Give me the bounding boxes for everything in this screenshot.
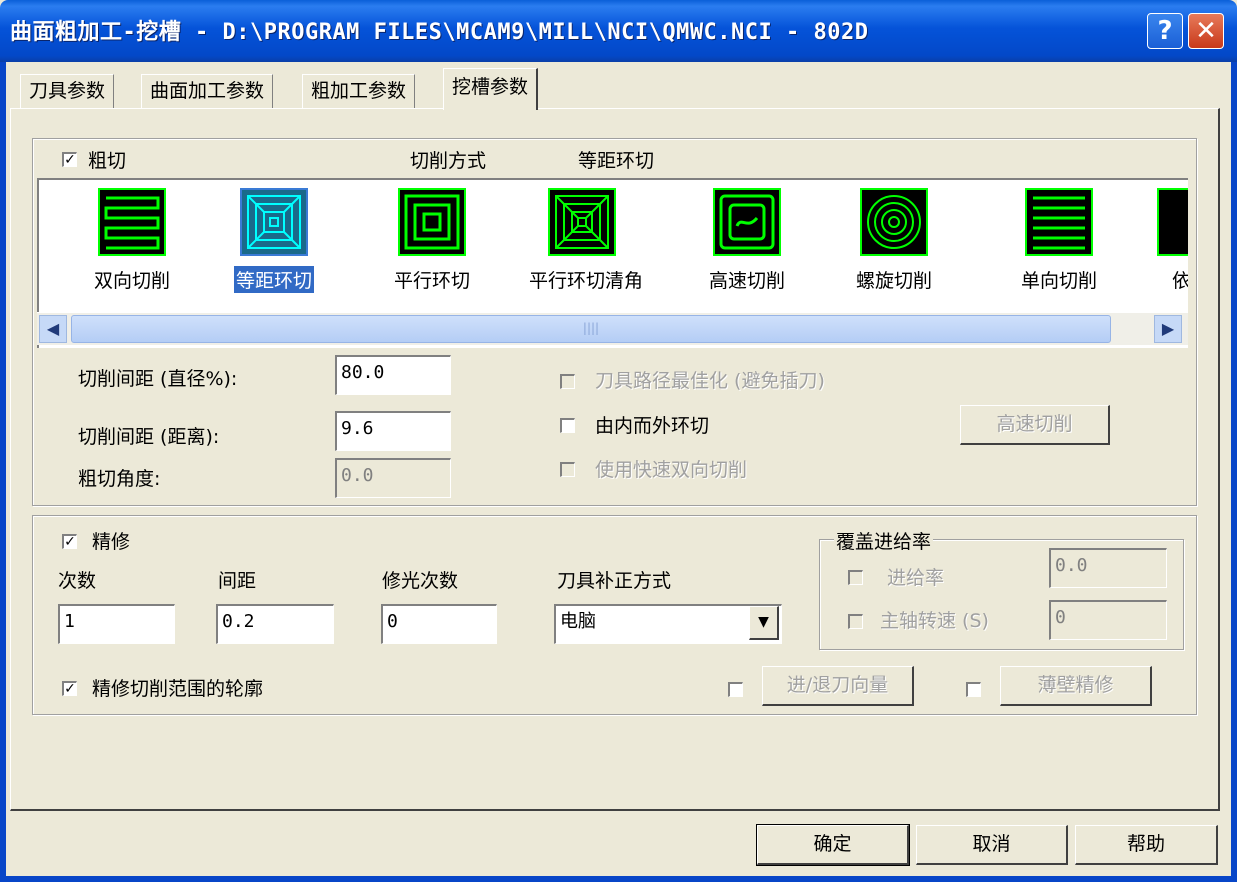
inside-out-checkbox[interactable] — [560, 418, 575, 433]
pattern-item-zigzag[interactable]: 双向切削 — [77, 188, 187, 293]
cutter-comp-value: 电脑 — [560, 611, 596, 632]
scroll-right-icon[interactable]: ▶ — [1154, 315, 1182, 343]
spindle-speed-checkbox — [848, 614, 863, 629]
lead-in-out-button: 进/退刀向量 — [762, 666, 914, 706]
parallel-spiral-clean-corners-icon — [548, 188, 616, 256]
pattern-item-one-way[interactable]: 单向切削 — [1004, 188, 1114, 293]
cancel-button[interactable]: 取消 — [916, 825, 1068, 865]
pattern-item-morph-spiral[interactable]: 依夕 — [1136, 188, 1188, 293]
high-speed-button: 高速切削 — [960, 405, 1110, 445]
cutter-comp-label: 刀具补正方式 — [557, 570, 672, 592]
pattern-label: 平行环切清角 — [529, 270, 644, 292]
tab-rough-params[interactable]: 粗加工参数 — [302, 74, 416, 108]
finish-checkbox[interactable]: ✓ — [62, 534, 77, 549]
inside-out-label: 由内而外环切 — [595, 415, 710, 437]
lead-in-out-checkbox[interactable] — [728, 682, 743, 697]
pattern-label: 双向切削 — [93, 270, 170, 292]
tab-tool-params[interactable]: 刀具参数 — [20, 74, 115, 108]
finish-count-label: 次数 — [58, 570, 97, 592]
pattern-label: 螺旋切削 — [855, 270, 932, 292]
parallel-spiral-icon — [398, 188, 466, 256]
window-frame-left — [0, 62, 6, 882]
finish-contour-checkbox[interactable]: ✓ — [62, 681, 77, 696]
spindle-speed-input: 0 — [1049, 600, 1167, 640]
pattern-item-constant-overlap-spiral[interactable]: 等距环切 — [219, 188, 329, 293]
tab-pocket-params[interactable]: 挖槽参数 — [443, 68, 539, 110]
finish-spacing-label: 间距 — [218, 570, 257, 592]
cut-method-value: 等距环切 — [578, 150, 655, 172]
feed-rate-checkbox — [848, 570, 863, 585]
help-button[interactable]: 帮助 — [1075, 825, 1218, 865]
stepover-pct-label: 切削间距 (直径%): — [78, 368, 238, 390]
constant-overlap-spiral-icon — [240, 188, 308, 256]
scroll-thumb[interactable]: |||| — [71, 315, 1111, 343]
finish-label: 精修 — [92, 531, 131, 553]
rough-angle-input: 0.0 — [335, 458, 451, 498]
feed-rate-input: 0.0 — [1049, 548, 1167, 588]
fast-zigzag-checkbox — [560, 462, 575, 477]
thin-wall-button: 薄壁精修 — [1000, 666, 1152, 706]
pattern-label: 高速切削 — [708, 270, 785, 292]
close-button[interactable]: ✕ — [1188, 13, 1224, 49]
spring-pass-input[interactable]: 0 — [381, 604, 497, 644]
pattern-label: 平行环切 — [393, 270, 470, 292]
finish-spacing-input[interactable]: 0.2 — [216, 604, 334, 644]
true-spiral-icon — [860, 188, 928, 256]
window-frame-right — [1231, 62, 1237, 882]
thin-wall-checkbox[interactable] — [966, 682, 981, 697]
rough-angle-label: 粗切角度: — [78, 468, 161, 490]
one-way-pattern-icon — [1025, 188, 1093, 256]
rough-checkbox[interactable]: ✓ — [62, 152, 77, 167]
optimize-toolpath-label: 刀具路径最佳化 (避免插刀) — [595, 370, 825, 392]
title-bar[interactable]: 曲面粗加工-挖槽 - D:\PROGRAM FILES\MCAM9\MILL\N… — [0, 0, 1237, 62]
tab-surface-params[interactable]: 曲面加工参数 — [141, 74, 274, 108]
stepover-dist-label: 切削间距 (距离): — [78, 426, 220, 448]
pattern-item-true-spiral[interactable]: 螺旋切削 — [839, 188, 949, 293]
feed-rate-label: 进给率 — [887, 567, 945, 589]
ok-button[interactable]: 确定 — [756, 824, 910, 866]
cut-method-label: 切削方式 — [410, 150, 487, 172]
stepover-dist-input[interactable]: 9.6 — [335, 411, 451, 451]
spring-pass-label: 修光次数 — [382, 570, 459, 592]
pattern-item-parallel-spiral[interactable]: 平行环切 — [377, 188, 487, 293]
morph-spiral-icon — [1157, 188, 1188, 256]
zigzag-pattern-icon — [98, 188, 166, 256]
rough-label: 粗切 — [88, 150, 127, 172]
help-title-button[interactable]: ? — [1147, 13, 1183, 49]
scroll-left-icon[interactable]: ◀ — [39, 315, 67, 343]
cutter-comp-select[interactable]: 电脑 — [554, 604, 782, 644]
optimize-toolpath-checkbox — [560, 374, 575, 389]
stepover-pct-input[interactable]: 80.0 — [335, 355, 451, 395]
pattern-scrollbar[interactable]: ◀ |||| ▶ — [37, 312, 1188, 345]
finish-count-input[interactable]: 1 — [58, 604, 175, 644]
spindle-speed-label: 主轴转速 (S) — [880, 610, 989, 632]
override-feed-title: 覆盖进给率 — [834, 527, 934, 554]
fast-zigzag-label: 使用快速双向切削 — [595, 459, 748, 481]
chevron-down-icon[interactable]: ▼ — [749, 606, 779, 640]
window-title: 曲面粗加工-挖槽 - D:\PROGRAM FILES\MCAM9\MILL\N… — [10, 20, 869, 45]
pattern-label: 依夕 — [1170, 266, 1188, 293]
pattern-label-selected: 等距环切 — [233, 266, 314, 293]
pattern-item-parallel-spiral-clean[interactable]: 平行环切清角 — [527, 188, 643, 293]
window-frame-bottom — [0, 876, 1237, 882]
finish-contour-label: 精修切削范围的轮廓 — [92, 678, 264, 700]
pattern-label: 单向切削 — [1020, 270, 1097, 292]
high-speed-pattern-icon — [713, 188, 781, 256]
pattern-item-high-speed[interactable]: 高速切削 — [692, 188, 802, 293]
